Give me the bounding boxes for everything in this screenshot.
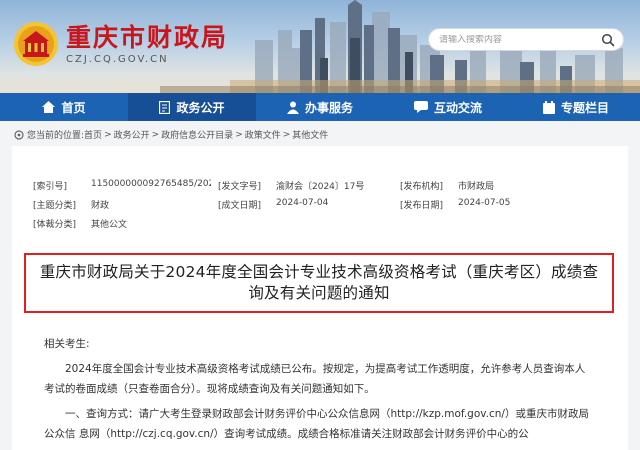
- nav-item-label: 办事服务: [304, 100, 353, 115]
- site-logo[interactable]: 重庆市财政局 CZJ.CQ.GOV.CN: [12, 20, 228, 68]
- meta-val-publish-date: 2024-07-05: [458, 198, 511, 208]
- breadcrumb-policy-docs[interactable]: 政策文件: [245, 128, 281, 141]
- meta-key-issuer: [发布机构]: [400, 182, 444, 192]
- meta-key-doc-no: [发文字号]: [218, 182, 262, 192]
- meta-val-issuer: 市财政局: [458, 182, 495, 192]
- meta-row: [索引号] 11500000009276548​5/2024... [发文字号] 渝…: [33, 176, 613, 195]
- breadcrumb-separator: >: [104, 129, 112, 140]
- article-title-box: 重庆市财政局关于2024年度全国会计专业技术高级资格考试（重庆考区）成绩查询及有…: [24, 253, 614, 313]
- meta-val-form: 其他公文: [91, 220, 128, 230]
- site-domain: CZJ.CQ.GOV.CN: [66, 53, 169, 65]
- location-icon: [14, 129, 24, 140]
- nav-item-home[interactable]: 首页: [0, 93, 128, 121]
- breadcrumb-separator: >: [235, 129, 243, 140]
- main-nav: 首页 政务公开 办事服务 互动交流 专题栏目: [0, 93, 640, 121]
- search-bar: [428, 28, 624, 51]
- meta-key-form: [体裁分类]: [33, 220, 77, 230]
- meta-val-doc-no: 渝财会〔2024〕17号: [276, 182, 365, 192]
- search-input[interactable]: [439, 34, 599, 45]
- person-icon: [286, 101, 299, 114]
- breadcrumb-home[interactable]: 首页: [84, 128, 102, 141]
- meta-val-written-date: 2024-07-04: [276, 198, 329, 208]
- breadcrumb-gov-affairs[interactable]: 政务公开: [114, 128, 150, 141]
- nav-item-label: 首页: [61, 100, 86, 115]
- nav-item-label: 政务公开: [176, 100, 225, 115]
- meta-key-index-no: [索引号]: [33, 182, 68, 192]
- meta-val-topic: 财政: [91, 201, 110, 211]
- bookmark-icon: [542, 100, 555, 114]
- nav-item-interaction[interactable]: 互动交流: [384, 93, 512, 121]
- breadcrumb-prefix: 您当前的位置:: [27, 131, 85, 141]
- meta-key-topic: [主题分类]: [33, 201, 77, 211]
- breadcrumb: 您当前的位置: 首页 > 政务公开 > 政府信息公开目录 > 政策文件 > 其他…: [14, 128, 328, 141]
- meta-key-publish-date: [发布日期]: [400, 201, 444, 211]
- nav-item-label: 互动交流: [433, 100, 482, 115]
- meta-key-written-date: [成文日期]: [218, 201, 262, 211]
- search-icon[interactable]: [601, 33, 615, 47]
- article-salutation: 相关考生:: [44, 338, 90, 350]
- breadcrumb-other-docs[interactable]: 其他文件: [292, 128, 328, 141]
- home-icon: [42, 101, 56, 113]
- breadcrumb-separator: >: [282, 129, 291, 140]
- meta-row: [体裁分类] 其他公文: [33, 214, 613, 233]
- meta-val-index-no: 11500000009276548​5/2024...: [91, 179, 211, 189]
- article-title: 重庆市财政局关于2024年度全国会计专业技术高级资格考试（重庆考区）成绩查询及有…: [39, 263, 599, 302]
- document-icon: [159, 100, 171, 114]
- emblem-icon: [14, 22, 58, 66]
- chat-icon: [413, 101, 428, 113]
- site-title: 重庆市财政局: [66, 22, 229, 52]
- article-paragraph: 一、查询方式：请广大考生登录财政部会计财务评价中心公众信息网（http://kz…: [44, 408, 589, 440]
- document-meta: [索引号] 11500000009276548​5/2024... [发文字号] 渝…: [33, 176, 613, 233]
- nav-item-label: 专题栏目: [560, 100, 609, 115]
- breadcrumb-separator: >: [151, 129, 160, 140]
- article-paragraph: 2024年度全国会计专业技术高级资格考试成绩已公布。按规定，为提高考试工作透明度…: [44, 363, 586, 395]
- header-banner: 重庆市财政局 CZJ.CQ.GOV.CN: [0, 0, 640, 93]
- meta-row: [主题分类] 财政 [成文日期] 2024-07-04 [发布日期] 2024-07-…: [33, 195, 613, 214]
- nav-item-gov-affairs[interactable]: 政务公开: [128, 93, 256, 121]
- article-body: 相关考生: 2024年度全国会计专业技术高级资格考试成绩已公布。按规定，为提高考…: [44, 334, 592, 449]
- nav-item-services[interactable]: 办事服务: [256, 93, 384, 121]
- nav-item-topics[interactable]: 专题栏目: [512, 93, 640, 121]
- breadcrumb-info-catalog[interactable]: 政府信息公开目录: [161, 128, 233, 141]
